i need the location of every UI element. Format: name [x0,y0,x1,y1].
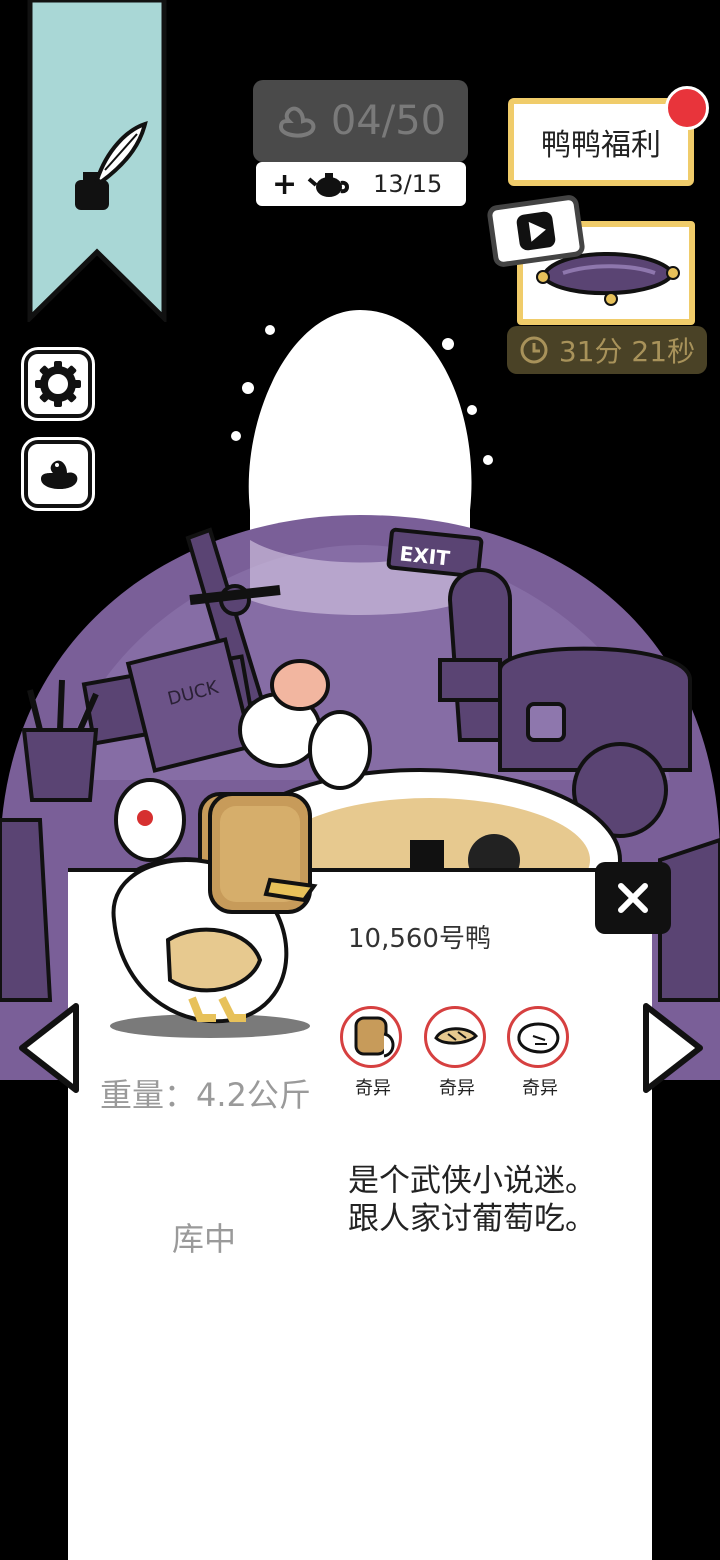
play-icon [516,211,556,251]
next-duck-button[interactable] [636,1000,706,1096]
plus-icon: + [272,166,298,202]
duck-capacity-counter: 04/50 [253,80,468,162]
close-button[interactable] [595,862,671,934]
selected-duck-portrait [110,792,318,1038]
trait-label-3: 奇异 [522,1078,558,1099]
white-wing-icon [517,1022,560,1054]
trait-slot-1[interactable]: 奇异 [340,1006,406,1100]
arrow-left-icon [19,1003,79,1093]
pot-counter[interactable]: + 13/15 [256,162,466,206]
trait-label-1: 奇异 [355,1078,391,1099]
description-line-2: 跟人家讨葡萄吃。 [348,1201,596,1237]
welfare-label: 鸭鸭福利 [541,128,661,163]
duck-status: 库中 [172,1220,237,1258]
teapot-icon [307,173,350,197]
arrow-right-icon [643,1003,703,1093]
duck-outline-icon [278,106,316,138]
trait-slot-2[interactable]: 奇异 [424,1006,490,1100]
notification-badge [665,86,709,130]
duck-id: 10,560号鸭 [348,924,491,954]
duck-count: 04/50 [330,98,447,144]
watch-video-button[interactable] [486,193,586,269]
duck-weight: 重量：4.2公斤 [100,1076,311,1114]
exit-sign: EXIT [386,527,484,579]
pot-count: 13/15 [373,170,443,198]
bookmark-ribbon[interactable] [27,0,167,322]
duck-feet-icon [434,1027,479,1045]
trait-label-2: 奇异 [439,1078,475,1099]
close-icon [618,883,648,913]
bread-mask-icon [354,1016,395,1058]
duck-description: 是个武侠小说迷。 跟人家讨葡萄吃。 [348,1162,596,1238]
previous-duck-button[interactable] [16,1000,86,1096]
trait-slot-3[interactable]: 奇异 [507,1006,573,1100]
description-line-1: 是个武侠小说迷。 [348,1163,596,1199]
